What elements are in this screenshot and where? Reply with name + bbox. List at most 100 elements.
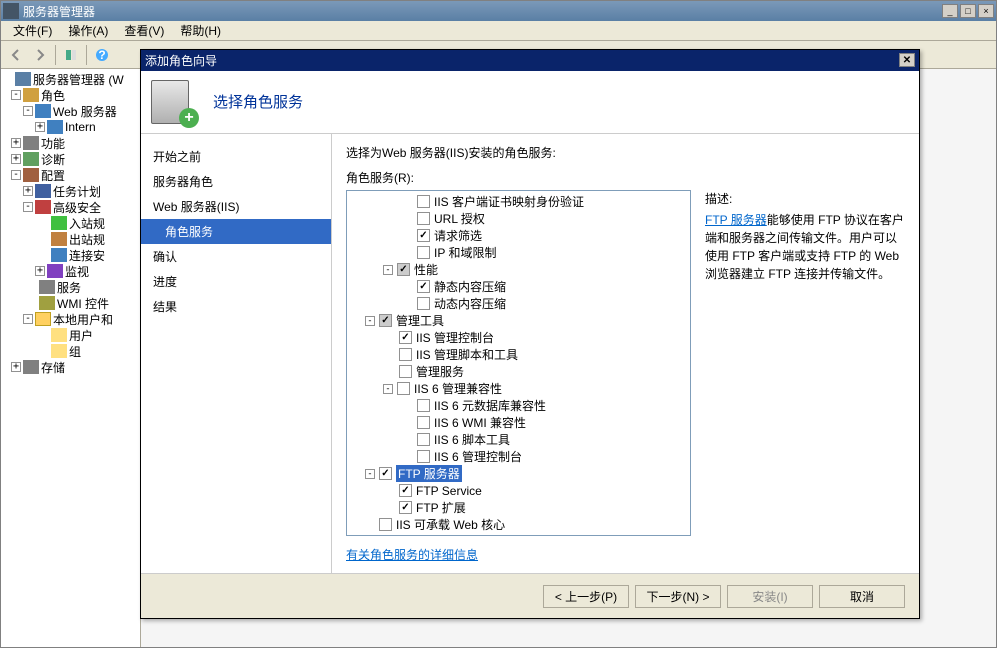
checkbox[interactable] (417, 399, 430, 412)
checkbox[interactable] (417, 212, 430, 225)
tree-task[interactable]: 任务计划 (53, 183, 101, 200)
menu-view[interactable]: 查看(V) (116, 20, 172, 41)
expand-icon[interactable]: - (11, 90, 21, 100)
tree-localusers[interactable]: 本地用户和 (53, 311, 113, 328)
item-iis-client-cert[interactable]: IIS 客户端证书映射身份验证 (434, 193, 584, 210)
step-web-iis[interactable]: Web 服务器(IIS) (141, 194, 331, 219)
checkbox[interactable] (399, 484, 412, 497)
tree-groups[interactable]: 组 (69, 343, 81, 360)
expand-icon[interactable]: + (35, 122, 45, 132)
item-static-compress[interactable]: 静态内容压缩 (434, 278, 506, 295)
tree-users[interactable]: 用户 (69, 327, 93, 344)
expand-icon[interactable]: + (11, 138, 21, 148)
item-iis6-meta[interactable]: IIS 6 元数据库兼容性 (434, 397, 546, 414)
checkbox[interactable] (379, 467, 392, 480)
tree-wmi[interactable]: WMI 控件 (57, 295, 109, 312)
item-iis-hostable[interactable]: IIS 可承载 Web 核心 (396, 516, 505, 533)
item-iis6-script[interactable]: IIS 6 脚本工具 (434, 431, 510, 448)
tree-inbound[interactable]: 入站规 (69, 215, 105, 232)
expand-icon[interactable]: - (23, 202, 33, 212)
tree-diag[interactable]: 诊断 (41, 151, 65, 168)
expand-icon[interactable]: + (11, 154, 21, 164)
checkbox[interactable] (417, 229, 430, 242)
checkbox[interactable] (399, 331, 412, 344)
item-performance[interactable]: 性能 (414, 261, 438, 278)
close-button[interactable]: × (978, 4, 994, 18)
checkbox[interactable] (397, 263, 410, 276)
tree-services[interactable]: 服务 (57, 279, 81, 296)
tree-features[interactable]: 功能 (41, 135, 65, 152)
item-ftp-server[interactable]: FTP 服务器 (396, 465, 462, 482)
checkbox[interactable] (417, 450, 430, 463)
checkbox[interactable] (417, 280, 430, 293)
forward-button[interactable] (29, 44, 51, 66)
menu-help[interactable]: 帮助(H) (172, 20, 229, 41)
step-confirm[interactable]: 确认 (141, 244, 331, 269)
checkbox[interactable] (379, 518, 392, 531)
nav-tree[interactable]: 服务器管理器 (W -角色 -Web 服务器 +Intern +功能 +诊断 -… (1, 69, 141, 647)
step-before[interactable]: 开始之前 (141, 144, 331, 169)
tree-config[interactable]: 配置 (41, 167, 65, 184)
cancel-button[interactable]: 取消 (819, 585, 905, 608)
checkbox[interactable] (399, 348, 412, 361)
tree-advsec[interactable]: 高级安全 (53, 199, 101, 216)
checkbox[interactable] (417, 433, 430, 446)
expand-icon[interactable]: - (383, 265, 393, 275)
menu-file[interactable]: 文件(F) (5, 20, 60, 41)
next-button[interactable]: 下一步(N) > (635, 585, 721, 608)
step-server-roles[interactable]: 服务器角色 (141, 169, 331, 194)
hide-button[interactable] (60, 44, 82, 66)
expand-icon[interactable]: - (11, 170, 21, 180)
item-ftp-ext[interactable]: FTP 扩展 (416, 499, 466, 516)
tree-outbound[interactable]: 出站规 (69, 231, 105, 248)
step-result[interactable]: 结果 (141, 294, 331, 319)
wizard-titlebar[interactable]: 添加角色向导 ✕ (141, 50, 919, 71)
tree-roles[interactable]: 角色 (41, 87, 65, 104)
back-button[interactable] (5, 44, 27, 66)
tree-connsec[interactable]: 连接安 (69, 247, 105, 264)
item-dynamic-compress[interactable]: 动态内容压缩 (434, 295, 506, 312)
tree-storage[interactable]: 存储 (41, 359, 65, 376)
item-iis-scripts[interactable]: IIS 管理脚本和工具 (416, 346, 518, 363)
item-mgmt-service[interactable]: 管理服务 (416, 363, 464, 380)
checkbox[interactable] (417, 195, 430, 208)
item-iis-console[interactable]: IIS 管理控制台 (416, 329, 494, 346)
item-url-auth[interactable]: URL 授权 (434, 210, 485, 227)
expand-icon[interactable]: + (35, 266, 45, 276)
expand-icon[interactable]: + (23, 186, 33, 196)
item-iis6-compat[interactable]: IIS 6 管理兼容性 (414, 380, 502, 397)
checkbox[interactable] (417, 416, 430, 429)
item-ftp-service[interactable]: FTP Service (416, 484, 482, 498)
item-request-filter[interactable]: 请求筛选 (434, 227, 482, 244)
checkbox[interactable] (399, 501, 412, 514)
checkbox[interactable] (399, 365, 412, 378)
tree-root[interactable]: 服务器管理器 (W (33, 71, 124, 88)
expand-icon[interactable]: - (365, 469, 375, 479)
step-role-services[interactable]: 角色服务 (141, 219, 331, 244)
description-link[interactable]: FTP 服务器 (705, 213, 767, 227)
more-info-link[interactable]: 有关角色服务的详细信息 (346, 546, 905, 563)
tree-web[interactable]: Web 服务器 (53, 103, 117, 120)
item-iis6-console[interactable]: IIS 6 管理控制台 (434, 448, 522, 465)
titlebar[interactable]: 服务器管理器 _ □ × (1, 1, 996, 21)
expand-icon[interactable]: - (23, 106, 33, 116)
role-services-tree[interactable]: IIS 客户端证书映射身份验证 URL 授权 请求筛选 IP 和域限制 -性能 … (346, 190, 691, 536)
expand-icon[interactable]: + (11, 362, 21, 372)
item-iis6-wmi[interactable]: IIS 6 WMI 兼容性 (434, 414, 526, 431)
checkbox[interactable] (417, 246, 430, 259)
expand-icon[interactable]: - (365, 316, 375, 326)
expand-icon[interactable]: - (383, 384, 393, 394)
checkbox[interactable] (379, 314, 392, 327)
tree-monitor[interactable]: 监视 (65, 263, 89, 280)
wizard-close-button[interactable]: ✕ (899, 53, 915, 67)
help-icon[interactable]: ? (91, 44, 113, 66)
expand-icon[interactable]: - (23, 314, 33, 324)
item-ip-domain[interactable]: IP 和域限制 (434, 244, 496, 261)
minimize-button[interactable]: _ (942, 4, 958, 18)
item-mgmt-tools[interactable]: 管理工具 (396, 312, 444, 329)
maximize-button[interactable]: □ (960, 4, 976, 18)
step-progress[interactable]: 进度 (141, 269, 331, 294)
tree-internet[interactable]: Intern (65, 120, 96, 134)
checkbox[interactable] (417, 297, 430, 310)
menu-action[interactable]: 操作(A) (60, 20, 116, 41)
